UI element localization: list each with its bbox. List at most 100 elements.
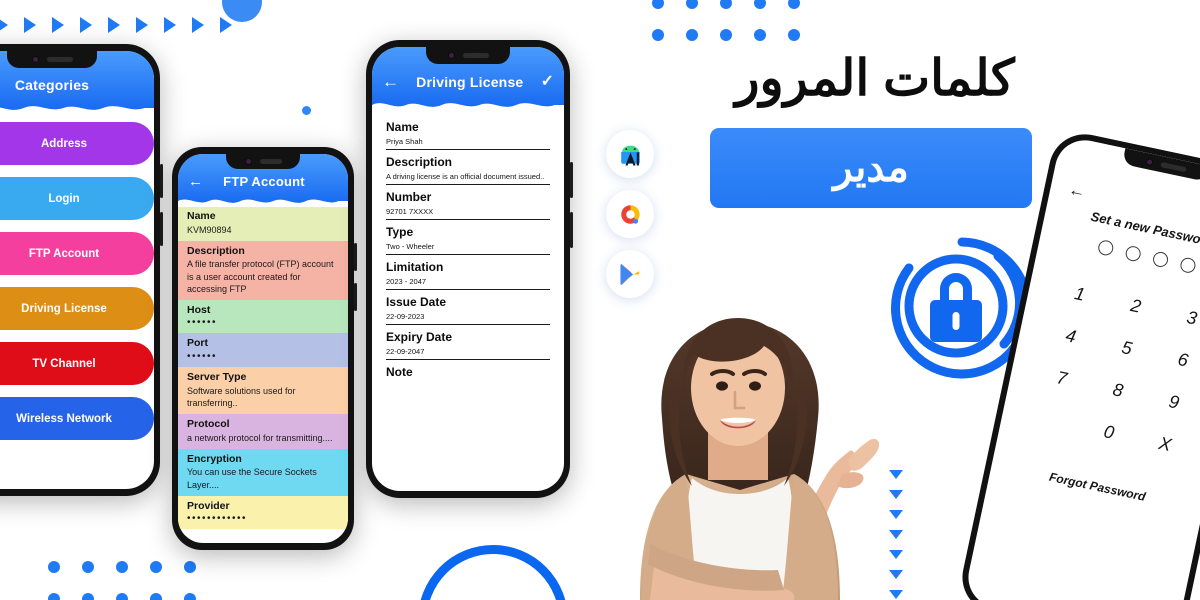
headline-cta-button[interactable]: مدير [710, 128, 1032, 208]
category-label: Driving License [21, 302, 107, 315]
ftp-field-row[interactable]: Name KVM90894 [178, 206, 348, 241]
keypad-key-2[interactable]: 2 [1106, 290, 1166, 322]
phone-side-button [570, 212, 573, 248]
ftp-field-label: Provider [187, 499, 230, 512]
phone-categories: Categories Address Login FTP Account Dri… [0, 44, 163, 496]
ftp-field-row[interactable]: Provider •••••••••••• [178, 495, 348, 530]
phone-ftp-account: ← FTP Account Name KVM90894 Description A f… [172, 147, 357, 550]
dot-decoration [686, 0, 698, 9]
driving-license-field-label: Expiry Date [386, 330, 453, 344]
driving-license-field-label: Type [386, 225, 414, 239]
keypad-key-9[interactable]: 9 [1144, 386, 1200, 418]
driving-license-field-value: 2023 - 2047 [386, 277, 427, 286]
triangle-right-icon [80, 17, 92, 33]
ftp-field-label: Name [187, 210, 216, 222]
ftp-field-masked-value: •••••• [187, 351, 218, 363]
categories-screen: Categories Address Login FTP Account Dri… [0, 51, 154, 489]
confirm-check-icon[interactable]: ✓ [541, 73, 554, 90]
ftp-field-value: a network protocol for transmitting.... [187, 432, 333, 443]
category-item-address[interactable]: Address [0, 122, 154, 165]
driving-license-field-row[interactable]: Limitation 2023 - 2047 [386, 255, 550, 290]
driving-license-field-row[interactable]: Number 92701 7XXXX [386, 185, 550, 220]
dot-decoration [82, 593, 94, 600]
admob-icon[interactable] [606, 190, 654, 238]
phone-side-button [354, 243, 357, 271]
ftp-field-row[interactable]: Host •••••• [178, 299, 348, 334]
driving-license-field-row[interactable]: Description A driving license is an offic… [386, 150, 550, 185]
driving-license-field-row[interactable]: Expiry Date 22-09-2047 [386, 325, 550, 360]
ftp-field-row[interactable]: Description A file transfer protocol (FTP… [178, 240, 348, 300]
phone-side-button [354, 283, 357, 311]
category-label: Wireless Network [16, 412, 112, 425]
keypad-key-8[interactable]: 8 [1088, 374, 1148, 406]
category-label: Login [48, 192, 80, 205]
driving-license-title: Driving License [416, 73, 524, 90]
ftp-field-row[interactable]: Port •••••• [178, 333, 348, 368]
category-item-wireless-network[interactable]: Wireless Network [0, 397, 154, 440]
front-camera-icon [31, 56, 39, 63]
promo-banner: Categories Address Login FTP Account Dri… [0, 0, 1200, 600]
small-dot-decoration [302, 106, 311, 115]
phone-side-button [570, 162, 573, 198]
dot-decoration [150, 593, 162, 600]
headline-title-arabic: كلمات المرور [735, 50, 1015, 106]
driving-license-field-row[interactable]: Issue Date 22-09-2023 [386, 290, 550, 325]
triangle-right-icon [136, 17, 148, 33]
category-item-ftp-account[interactable]: FTP FTP Account [0, 232, 154, 275]
dot-decoration [754, 0, 766, 9]
keypad-key-1[interactable]: 1 [1049, 278, 1109, 310]
ftp-field-row[interactable]: Protocol a network protocol for transmitt… [178, 414, 348, 449]
dot-decoration [116, 593, 128, 600]
dot-decoration [48, 593, 60, 600]
earpiece-speaker-icon [1159, 161, 1187, 172]
ring-outline-bottom [418, 545, 568, 600]
triangle-right-icon [108, 17, 120, 33]
ftp-field-row[interactable]: Encryption You can use the Secure Sockets… [178, 448, 348, 496]
ftp-account-title: FTP Account [223, 174, 305, 189]
pin-dot [1151, 250, 1169, 269]
keypad-key-3[interactable]: 3 [1162, 302, 1200, 334]
ftp-field-label: Server Type [187, 371, 247, 384]
categories-list: Address Login FTP FTP Account [0, 113, 154, 440]
android-studio-icon[interactable] [606, 130, 654, 178]
driving-license-field-label: Name [386, 120, 419, 134]
pin-dot [1123, 244, 1142, 263]
ftp-field-row[interactable]: Server Type Software solutions used for t… [178, 367, 348, 415]
driving-license-field-value: A driving license is an official documen… [386, 172, 545, 181]
triangle-right-icon [0, 17, 8, 33]
keypad-key-0[interactable]: 0 [1079, 416, 1139, 448]
earpiece-speaker-icon [462, 53, 489, 58]
forgot-password-link[interactable]: Forgot Password [990, 458, 1200, 517]
back-arrow-icon[interactable]: ← [188, 174, 203, 189]
category-label: Address [40, 137, 88, 150]
back-arrow-icon[interactable]: ← [382, 73, 399, 90]
back-arrow-icon[interactable]: ← [1067, 180, 1088, 203]
phone-side-button [160, 212, 163, 246]
category-item-tv-channel[interactable]: TV Channel [0, 342, 154, 385]
category-label: FTP Account [28, 247, 100, 260]
keypad-key-4[interactable]: 4 [1041, 320, 1101, 352]
earpiece-speaker-icon [259, 159, 282, 164]
keypad-key-7[interactable]: 7 [1032, 362, 1092, 394]
driving-license-field-row[interactable]: Type Two - Wheeler [386, 220, 550, 255]
ftp-field-masked-value: •••••••••••• [187, 513, 248, 525]
ftp-field-masked-value: •••••• [187, 317, 218, 329]
phone-driving-license: ← Driving License ✓ Name Priya Shah Descri… [366, 40, 573, 498]
categories-title: Categories [14, 77, 90, 93]
category-item-driving-license[interactable]: Driving License [0, 287, 154, 330]
keypad-key-6[interactable]: 6 [1153, 344, 1200, 376]
category-item-login[interactable]: Login [0, 177, 154, 220]
pin-keypad: 123 456 7890X [1001, 274, 1200, 466]
driving-license-field-row[interactable]: Note [386, 360, 550, 382]
triangle-right-icon [164, 17, 176, 33]
keypad-key-5[interactable]: 5 [1097, 332, 1157, 364]
driving-license-field-label: Note [386, 365, 413, 379]
ftp-field-label: Encryption [187, 452, 242, 465]
driving-license-field-row[interactable]: Name Priya Shah [386, 115, 550, 150]
phone-notch [1122, 148, 1200, 182]
pin-dot [1178, 256, 1197, 275]
ftp-account-screen: ← FTP Account Name KVM90894 Description A f… [178, 154, 348, 543]
category-label: TV Channel [32, 357, 96, 370]
dot-decoration [184, 561, 196, 573]
keypad-key-delete[interactable]: X [1135, 428, 1195, 460]
